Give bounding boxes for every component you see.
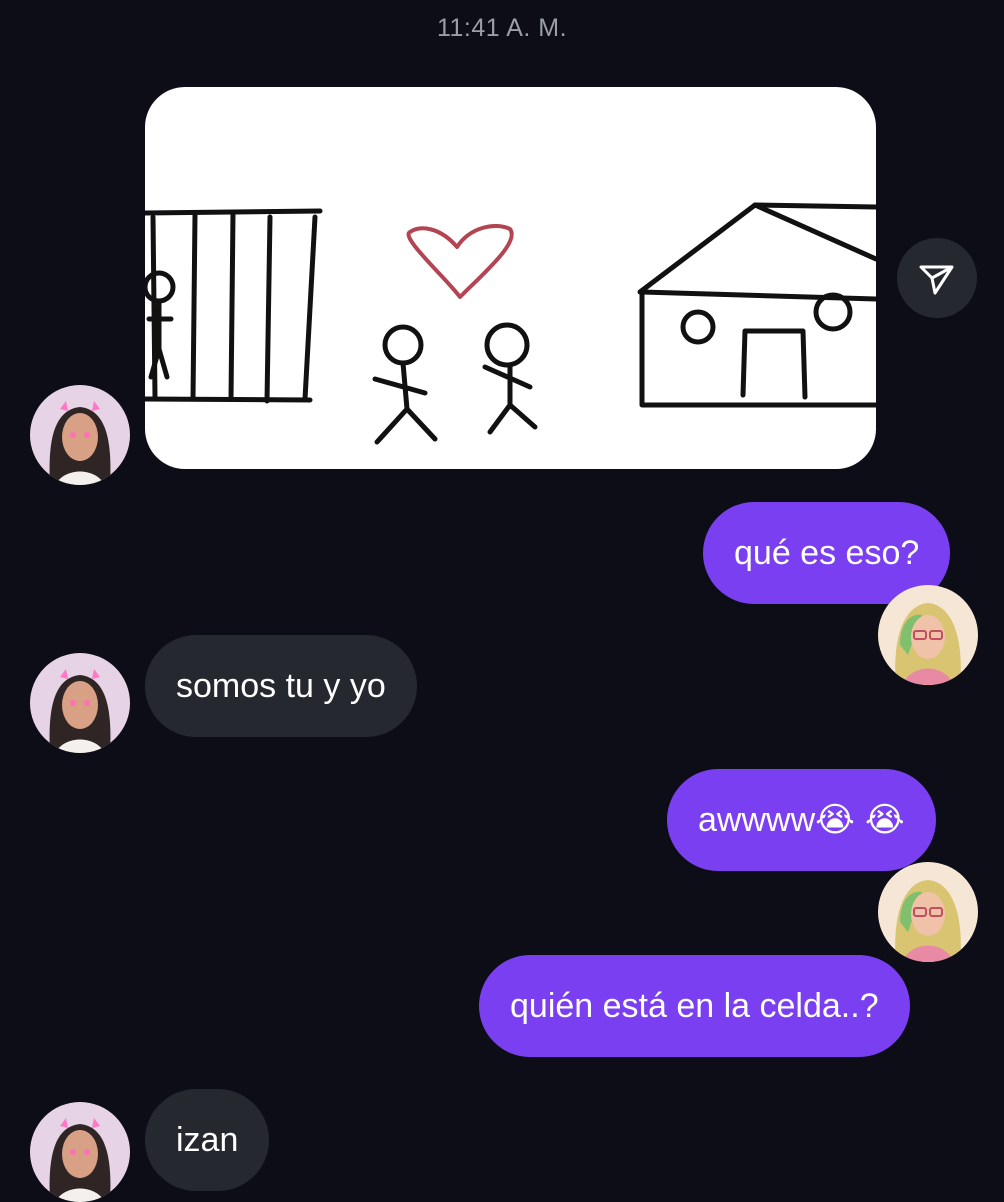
message-text: izan — [176, 1121, 239, 1159]
paper-plane-icon — [919, 265, 954, 295]
message-text: quién está en la celda..? — [510, 987, 879, 1025]
loudly-crying-emoji: 😭 — [815, 800, 855, 840]
stick-figure-drawing — [145, 202, 876, 445]
message-bubble-incoming[interactable]: somos tu y yo — [145, 635, 417, 737]
image-message[interactable] — [145, 87, 876, 469]
sender-avatar[interactable] — [30, 653, 130, 753]
user-avatar[interactable] — [878, 585, 978, 685]
message-bubble-outgoing[interactable]: quién está en la celda..? — [479, 955, 910, 1057]
user-avatar[interactable] — [878, 862, 978, 962]
message-bubble-incoming[interactable]: izan — [145, 1089, 270, 1191]
message-text: somos tu y yo — [176, 667, 386, 705]
timestamp: 11:41 A. M. — [436, 14, 568, 42]
message-text: qué es eso? — [734, 534, 920, 572]
message-bubble-outgoing[interactable]: awwww😭 😭 — [667, 769, 936, 871]
sender-avatar[interactable] — [30, 385, 130, 485]
loudly-crying-emoji: 😭 — [864, 800, 905, 840]
share-button[interactable] — [897, 238, 977, 318]
message-text: awwww — [698, 801, 816, 839]
sender-avatar[interactable] — [30, 1102, 130, 1202]
